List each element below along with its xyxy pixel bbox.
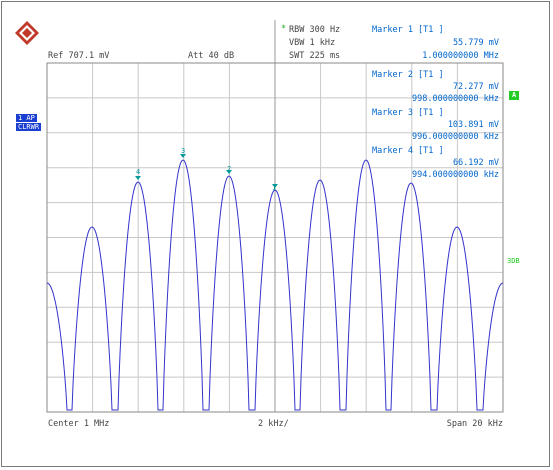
screen-a-badge: A bbox=[509, 91, 520, 100]
trace-mode-badge: 1 AP bbox=[16, 114, 37, 122]
marker-number-3: 3 bbox=[181, 147, 186, 155]
marker-number-2: 2 bbox=[227, 165, 232, 173]
trace-clrwr-badge: CLRWR bbox=[16, 123, 42, 131]
frequency-per-division: 2 kHz/ bbox=[258, 419, 289, 429]
marker-2-title: Marker 2 [T1 ] bbox=[372, 70, 444, 80]
bandwidth-3db-label: 3DB bbox=[507, 257, 520, 265]
center-frequency: Center 1 MHz bbox=[48, 419, 110, 429]
marker-2-level: 72.277 mV bbox=[452, 82, 499, 92]
marker-4-level: 66.192 mV bbox=[452, 158, 499, 168]
marker-3-title: Marker 3 [T1 ] bbox=[372, 108, 444, 118]
marker-4-freq: 994.000000000 kHz bbox=[412, 170, 499, 180]
spectrum-display bbox=[46, 20, 504, 413]
frequency-span: Span 20 kHz bbox=[446, 419, 503, 429]
marker-number-1: 1 bbox=[272, 184, 277, 192]
marker-symbols bbox=[135, 154, 278, 188]
marker-4-title: Marker 4 [T1 ] bbox=[372, 146, 444, 156]
marker-3-freq: 996.000000000 kHz bbox=[412, 132, 499, 142]
marker-number-4: 4 bbox=[136, 168, 141, 176]
marker-2-freq: 998.000000000 kHz bbox=[412, 94, 499, 104]
marker-3-level: 103.891 mV bbox=[447, 120, 499, 130]
